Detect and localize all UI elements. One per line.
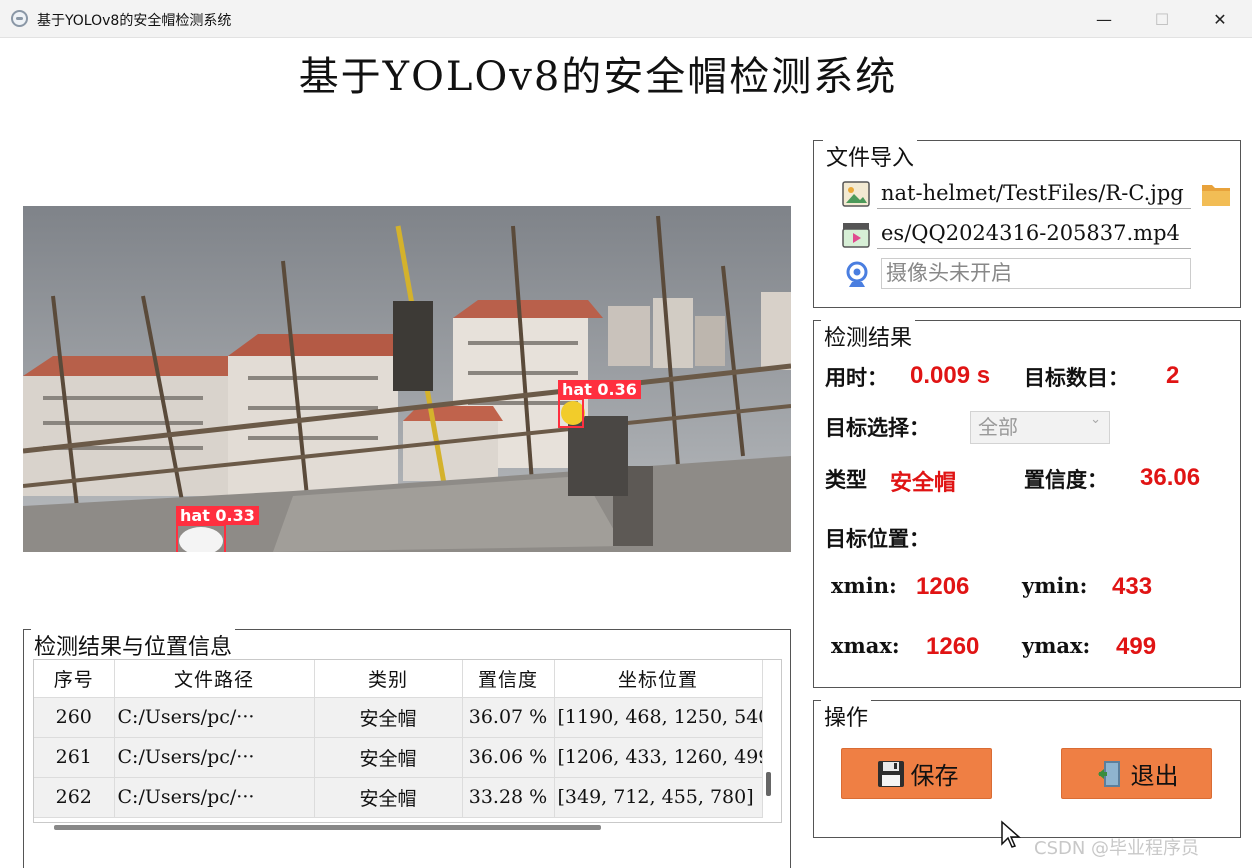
video-path-field[interactable]: es/QQ2024316-205837.mp4	[877, 218, 1191, 249]
ymax-label: ymax:	[1022, 633, 1091, 658]
ymax-value: 499	[1116, 633, 1157, 660]
file-import-title: 文件导入	[823, 140, 918, 172]
table-row[interactable]: 262 C:/Users/pc/··· 安全帽 33.28 % [349, 71…	[34, 777, 763, 818]
main-title: 基于YOLOv8的安全帽检测系统	[298, 54, 898, 100]
time-label: 用时：	[825, 365, 888, 390]
save-button[interactable]: 保存	[841, 748, 992, 799]
result-table-container[interactable]: 序号 文件路径 类别 置信度 坐标位置 260 C:/Users/pc/··· …	[33, 659, 782, 823]
table-row[interactable]: 260 C:/Users/pc/··· 安全帽 36.07 % [1190, 4…	[34, 697, 763, 738]
image-path-field[interactable]: nat-helmet/TestFiles/R-C.jpg	[877, 178, 1191, 209]
column-header[interactable]: 置信度	[462, 660, 555, 698]
xmin-label: xmin:	[831, 573, 897, 598]
ymin-label: ymin:	[1022, 573, 1088, 598]
mouse-cursor-icon	[1001, 820, 1021, 848]
video-icon[interactable]	[841, 220, 871, 250]
horizontal-scrollbar[interactable]	[54, 825, 601, 830]
xmax-label: xmax:	[831, 633, 900, 658]
ymin-value: 433	[1112, 573, 1153, 600]
target-count-value: 2	[1166, 362, 1180, 389]
table-cell: [349, 712, 455, 780]	[554, 777, 763, 818]
table-cell: C:/Users/pc/···	[114, 777, 315, 818]
column-header[interactable]: 类别	[314, 660, 463, 698]
table-cell: C:/Users/pc/···	[114, 737, 315, 778]
table-cell: 安全帽	[314, 737, 463, 778]
table-header-row: 序号 文件路径 类别 置信度 坐标位置	[34, 660, 763, 698]
close-button[interactable]: ✕	[1191, 0, 1249, 38]
time-value: 0.009 s	[910, 362, 991, 389]
target-select-dropdown[interactable]: 全部 ⌄	[970, 411, 1110, 444]
time-value-clip: 0.009 s	[910, 362, 996, 390]
exit-label: 退出	[1130, 762, 1179, 790]
detection-box	[558, 398, 584, 428]
type-value: 安全帽	[890, 470, 957, 496]
column-header[interactable]: 文件路径	[114, 660, 315, 698]
column-header[interactable]: 坐标位置	[554, 660, 763, 698]
table-cell: 安全帽	[314, 697, 463, 738]
table-cell: [1206, 433, 1260, 499]	[554, 737, 763, 778]
target-select-label: 目标选择：	[825, 415, 930, 440]
table-cell: 36.07 %	[462, 697, 555, 738]
target-select-value: 全部	[978, 415, 1018, 439]
column-header[interactable]: 序号	[34, 660, 115, 698]
table-cell: [1190, 468, 1250, 540]	[554, 697, 763, 738]
table-cell: C:/Users/pc/···	[114, 697, 315, 738]
title-bar: 基于YOLOv8的安全帽检测系统 — ☐ ✕	[0, 0, 1252, 38]
vertical-scrollbar[interactable]	[766, 772, 771, 796]
detection-video-frame: hat 0.36 hat 0.33	[23, 206, 791, 552]
image-icon[interactable]	[841, 179, 871, 209]
xmin-value: 1206	[916, 573, 970, 600]
exit-button[interactable]: 退出	[1061, 748, 1212, 799]
xmax-value: 1260	[926, 633, 980, 660]
confidence-value: 36.06	[1140, 464, 1201, 491]
detection-result-title: 检测结果	[821, 320, 916, 352]
target-position-label: 目标位置：	[825, 526, 930, 551]
table-cell: 安全帽	[314, 777, 463, 818]
watermark: CSDN @毕业程序员	[1034, 838, 1200, 859]
detection-label: hat 0.33	[176, 506, 259, 525]
detection-box	[176, 524, 226, 552]
confidence-label: 置信度：	[1024, 467, 1108, 492]
app-icon	[11, 10, 28, 27]
detection-label: hat 0.36	[558, 380, 641, 399]
table-cell: 33.28 %	[462, 777, 555, 818]
floppy-disk-icon	[877, 760, 904, 787]
target-count-label: 目标数目：	[1024, 365, 1129, 390]
minimize-button[interactable]: —	[1075, 0, 1133, 38]
table-cell: 36.06 %	[462, 737, 555, 778]
save-label: 保存	[910, 762, 959, 790]
construction-scene-image	[23, 206, 791, 552]
chevron-down-icon: ⌄	[1090, 412, 1101, 427]
folder-icon[interactable]	[1201, 180, 1231, 208]
table-cell: 260	[34, 697, 115, 738]
table-cell: 261	[34, 737, 115, 778]
camera-status-field[interactable]: 摄像头未开启	[881, 258, 1191, 289]
window-title: 基于YOLOv8的安全帽检测系统	[37, 13, 232, 29]
exit-door-icon	[1097, 760, 1120, 787]
result-table: 序号 文件路径 类别 置信度 坐标位置 260 C:/Users/pc/··· …	[34, 660, 763, 818]
operations-title: 操作	[821, 700, 872, 732]
type-label: 类型	[825, 467, 867, 492]
result-table-title: 检测结果与位置信息	[31, 629, 236, 661]
maximize-button[interactable]: ☐	[1133, 0, 1191, 38]
table-row[interactable]: 261 C:/Users/pc/··· 安全帽 36.06 % [1206, 4…	[34, 737, 763, 778]
table-cell: 262	[34, 777, 115, 818]
camera-icon[interactable]	[844, 261, 870, 289]
